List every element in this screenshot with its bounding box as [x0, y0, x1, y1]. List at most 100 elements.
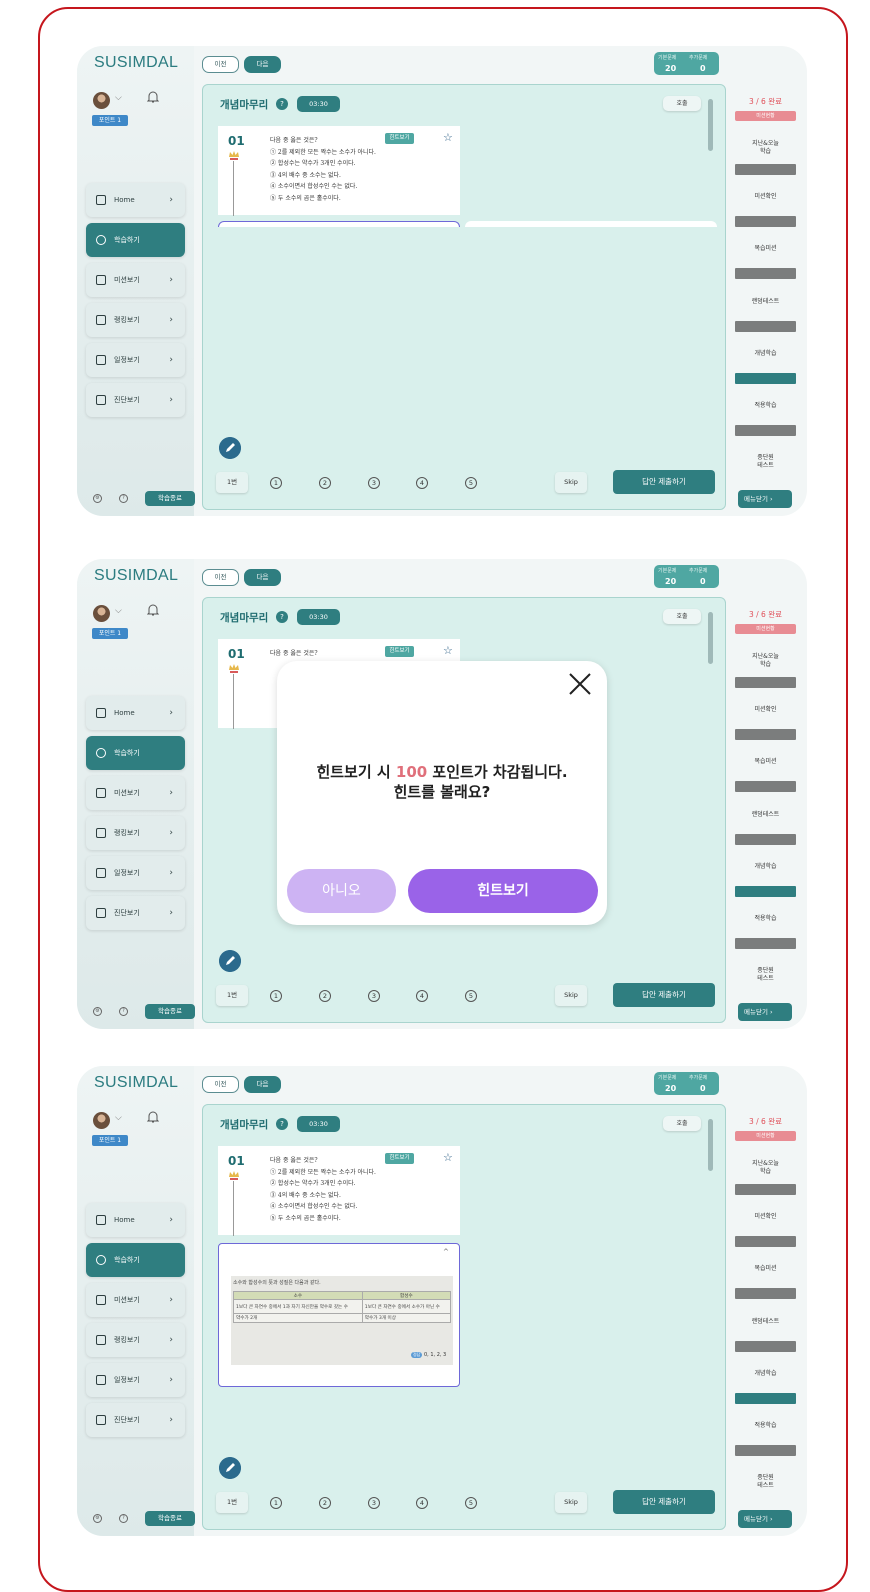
nav-study[interactable]: 학습하기 — [86, 1243, 185, 1277]
choice-1[interactable]: 1 — [270, 477, 282, 489]
hint-button[interactable]: 힌트보기 — [385, 1153, 414, 1164]
prev-button[interactable]: 이전 — [202, 569, 239, 586]
page-button[interactable]: 1번 — [216, 472, 248, 493]
pencil-icon[interactable] — [219, 437, 241, 459]
mission-item[interactable]: 랜덤테스트 — [735, 1318, 796, 1326]
mission-item[interactable]: 중단원 테스트 — [735, 967, 796, 983]
call-button[interactable]: 호출 — [663, 96, 701, 111]
settings-icon[interactable]: ⚙ — [93, 1007, 102, 1016]
chevron-down-icon[interactable]: ⌵ — [115, 606, 122, 616]
help-icon[interactable]: ? — [119, 494, 128, 503]
chevron-down-icon[interactable]: ⌵ — [115, 1113, 122, 1123]
pencil-icon[interactable] — [219, 1457, 241, 1479]
nav-mission[interactable]: 미션보기 › — [86, 263, 185, 297]
next-button[interactable]: 다음 — [244, 569, 281, 586]
hint-button[interactable]: 힌트보기 — [385, 133, 414, 144]
help-icon[interactable]: ? — [119, 1514, 128, 1523]
nav-mission[interactable]: 미션보기 › — [86, 1283, 185, 1317]
star-icon[interactable]: ☆ — [443, 1151, 453, 1164]
mission-item[interactable]: 적용학습 — [735, 402, 796, 410]
mission-item[interactable]: 미션확인 — [735, 706, 796, 714]
nav-home[interactable]: Home › — [86, 183, 185, 217]
scrollbar[interactable] — [708, 1119, 713, 1171]
submit-button[interactable]: 답안 제출하기 — [613, 1490, 715, 1514]
mission-item[interactable]: 랜덤테스트 — [735, 298, 796, 306]
nav-mission[interactable]: 미션보기 › — [86, 776, 185, 810]
nav-diagnosis[interactable]: 진단보기 › — [86, 383, 185, 417]
choice-5[interactable]: 5 — [465, 477, 477, 489]
choice-3[interactable]: 3 — [368, 990, 380, 1002]
end-study-button[interactable]: 학습종료 — [145, 1004, 195, 1019]
help-icon[interactable]: ? — [119, 1007, 128, 1016]
mission-item[interactable]: 복습미션 — [735, 245, 796, 253]
menu-close-button[interactable]: 메뉴닫기 › — [738, 1003, 792, 1021]
page-button[interactable]: 1번 — [216, 1492, 248, 1513]
nav-ranking[interactable]: 랭킹보기 › — [86, 816, 185, 850]
nav-schedule[interactable]: 일정보기 › — [86, 856, 185, 890]
hint-button[interactable]: 힌트보기 — [385, 646, 414, 657]
avatar[interactable] — [93, 605, 110, 622]
nav-diagnosis[interactable]: 진단보기 › — [86, 896, 185, 930]
mission-item[interactable]: 개념학습 — [735, 863, 796, 871]
page-button[interactable]: 1번 — [216, 985, 248, 1006]
mission-item[interactable]: 중단원 테스트 — [735, 454, 796, 470]
choice-2[interactable]: 2 — [319, 477, 331, 489]
next-button[interactable]: 다음 — [244, 1076, 281, 1093]
star-icon[interactable]: ☆ — [443, 644, 453, 657]
mission-item[interactable]: 지난&오늘 학습 — [735, 140, 796, 156]
choice-1[interactable]: 1 — [270, 1497, 282, 1509]
skip-button[interactable]: Skip — [555, 472, 587, 493]
nav-ranking[interactable]: 랭킹보기 › — [86, 303, 185, 337]
mission-item[interactable]: 미션확인 — [735, 1213, 796, 1221]
nav-diagnosis[interactable]: 진단보기 › — [86, 1403, 185, 1437]
end-study-button[interactable]: 학습종료 — [145, 1511, 195, 1526]
submit-button[interactable]: 답안 제출하기 — [613, 470, 715, 494]
prev-button[interactable]: 이전 — [202, 56, 239, 73]
choice-4[interactable]: 4 — [416, 1497, 428, 1509]
bell-icon[interactable] — [147, 604, 159, 617]
settings-icon[interactable]: ⚙ — [93, 1514, 102, 1523]
avatar[interactable] — [93, 1112, 110, 1129]
mission-item[interactable]: 랜덤테스트 — [735, 811, 796, 819]
nav-study[interactable]: 학습하기 — [86, 223, 185, 257]
choice-4[interactable]: 4 — [416, 477, 428, 489]
avatar[interactable] — [93, 92, 110, 109]
choice-5[interactable]: 5 — [465, 990, 477, 1002]
mission-item[interactable]: 적용학습 — [735, 1422, 796, 1430]
modal-no-button[interactable]: 아니오 — [287, 869, 396, 913]
nav-ranking[interactable]: 랭킹보기 › — [86, 1323, 185, 1357]
modal-yes-button[interactable]: 힌트보기 — [408, 869, 598, 913]
call-button[interactable]: 호출 — [663, 1116, 701, 1131]
bell-icon[interactable] — [147, 1111, 159, 1124]
nav-schedule[interactable]: 일정보기 › — [86, 343, 185, 377]
menu-close-button[interactable]: 메뉴닫기 › — [738, 1510, 792, 1528]
submit-button[interactable]: 답안 제출하기 — [613, 983, 715, 1007]
close-icon[interactable] — [567, 671, 593, 697]
choice-2[interactable]: 2 — [319, 990, 331, 1002]
mission-item[interactable]: 복습미션 — [735, 758, 796, 766]
scrollbar[interactable] — [708, 612, 713, 664]
mission-item[interactable]: 지난&오늘 학습 — [735, 653, 796, 669]
choice-5[interactable]: 5 — [465, 1497, 477, 1509]
bell-icon[interactable] — [147, 91, 159, 104]
chevron-up-icon[interactable]: ^ — [443, 1248, 449, 1256]
help-icon[interactable]: ? — [276, 1118, 288, 1130]
nav-schedule[interactable]: 일정보기 › — [86, 1363, 185, 1397]
scrollbar[interactable] — [708, 99, 713, 151]
nav-home[interactable]: Home › — [86, 696, 185, 730]
pencil-icon[interactable] — [219, 950, 241, 972]
mission-item[interactable]: 적용학습 — [735, 915, 796, 923]
mission-item[interactable]: 지난&오늘 학습 — [735, 1160, 796, 1176]
star-icon[interactable]: ☆ — [443, 131, 453, 144]
mission-item[interactable]: 개념학습 — [735, 350, 796, 358]
mission-item[interactable]: 중단원 테스트 — [735, 1474, 796, 1490]
help-icon[interactable]: ? — [276, 611, 288, 623]
choice-1[interactable]: 1 — [270, 990, 282, 1002]
mission-item[interactable]: 개념학습 — [735, 1370, 796, 1378]
prev-button[interactable]: 이전 — [202, 1076, 239, 1093]
chevron-down-icon[interactable]: ⌵ — [115, 93, 122, 103]
choice-3[interactable]: 3 — [368, 477, 380, 489]
skip-button[interactable]: Skip — [555, 985, 587, 1006]
nav-study[interactable]: 학습하기 — [86, 736, 185, 770]
mission-item[interactable]: 복습미션 — [735, 1265, 796, 1273]
